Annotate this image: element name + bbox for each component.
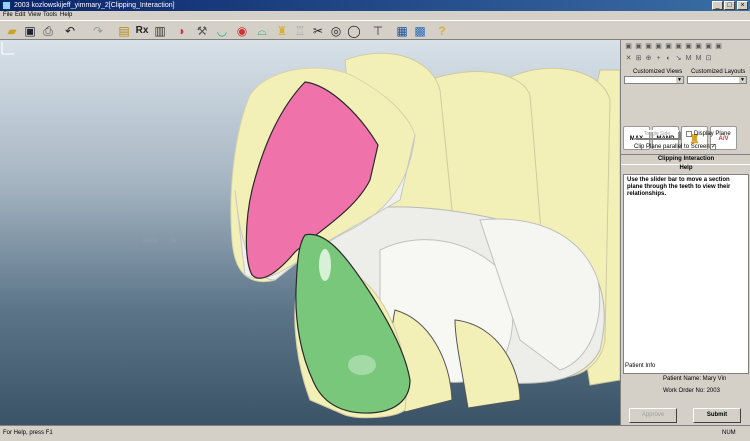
- hammer-icon[interactable]: ⚒: [194, 23, 210, 38]
- arch-icon[interactable]: ◡: [214, 23, 230, 38]
- highlight: [319, 249, 331, 281]
- rotate-icon[interactable]: ✕: [624, 54, 633, 63]
- measure-icon[interactable]: M: [684, 54, 693, 63]
- help-title: Help: [679, 165, 693, 171]
- max-readout-label: Max: [146, 224, 158, 230]
- chevron-down-icon: ▼: [676, 77, 683, 83]
- orbit-icon[interactable]: ◐: [664, 54, 673, 63]
- help-icon[interactable]: ?: [434, 23, 450, 38]
- chevron-down-icon: ▼: [739, 77, 746, 83]
- menu-view[interactable]: View: [28, 11, 41, 20]
- view-front-icon[interactable]: ▣: [624, 42, 633, 51]
- view-buttons-row-2: ✕ ⊞ ⊕ + ◐ ↘ M M ⊡: [624, 54, 713, 64]
- arrow-icon[interactable]: ↘: [674, 54, 683, 63]
- view-icon[interactable]: ▦: [394, 23, 410, 38]
- display-plane-label: Display Plane: [694, 131, 731, 137]
- view-left-icon[interactable]: ▣: [644, 42, 653, 51]
- axis-icon: [1, 42, 14, 55]
- submit-button[interactable]: Submit: [693, 408, 741, 423]
- tooth-outline-icon[interactable]: ◯: [346, 23, 362, 38]
- view-fit-icon[interactable]: ▣: [704, 42, 713, 51]
- zoom-icon[interactable]: ⊕: [644, 54, 653, 63]
- view-extra-icon[interactable]: ▣: [714, 42, 723, 51]
- patient-name: Patient Name: Mary Vin: [663, 376, 727, 382]
- customized-views-label: Customized Views: [633, 69, 683, 75]
- app-icon: [2, 1, 11, 10]
- teeth-render[interactable]: [0, 40, 620, 425]
- max-readout-value: 21: [165, 224, 172, 230]
- customized-layouts-label: Customized Layouts: [691, 69, 746, 75]
- work-order: Work Order No: 2003: [663, 388, 720, 394]
- toolbar: ▰ ▣ ⎙ ↶ ↷ ▤ Rx ▥ ◗ ⚒ ◡ ◉ ⌓ ♜ ♖ ✂ ◎ ◯ ⊤ ▦…: [0, 20, 750, 40]
- status-help-text: For Help, press F1: [3, 430, 53, 436]
- cut-icon[interactable]: ✂: [310, 23, 326, 38]
- prescription-icon[interactable]: Rx: [134, 23, 150, 38]
- lips-icon[interactable]: ◗: [174, 23, 190, 38]
- redo-icon[interactable]: ↷: [90, 23, 106, 38]
- print-icon[interactable]: ⎙: [40, 23, 56, 38]
- compass-icon[interactable]: ◉: [234, 23, 250, 38]
- menu-help[interactable]: Help: [60, 11, 72, 20]
- scan-icon[interactable]: ▥: [152, 23, 168, 38]
- die-icon[interactable]: ♖: [292, 23, 308, 38]
- help-text: Use the slider bar to move a section pla…: [627, 177, 731, 197]
- menu-file[interactable]: File: [3, 11, 13, 20]
- open-folder-icon[interactable]: ▰: [4, 23, 20, 38]
- maximize-button[interactable]: □: [724, 1, 735, 10]
- clip-plane-label: Clip Plane parallel to Screen: [634, 144, 710, 150]
- status-bar: For Help, press F1 NUM: [0, 425, 750, 441]
- pan-icon[interactable]: ⊞: [634, 54, 643, 63]
- menu-edit[interactable]: Edit: [15, 11, 25, 20]
- measure-alt-icon[interactable]: M: [694, 54, 703, 63]
- mand-readout-label: Mand: [143, 238, 159, 244]
- 3d-viewport[interactable]: Max 21 Mand 31: [0, 40, 620, 425]
- select-icon[interactable]: +: [654, 54, 663, 63]
- view-icon-2[interactable]: ▩: [412, 23, 428, 38]
- close-button[interactable]: ×: [737, 1, 748, 10]
- view-top-icon[interactable]: ▣: [664, 42, 673, 51]
- patient-info-title: Patient Info: [625, 363, 656, 369]
- clip-plane-checkbox[interactable]: ✓: [710, 144, 716, 150]
- occlusion-icon[interactable]: ⌓: [254, 23, 270, 38]
- view-reset-icon[interactable]: ▣: [694, 42, 703, 51]
- customized-views-select[interactable]: ▼: [624, 76, 684, 84]
- wireframe-icon[interactable]: ⊡: [704, 54, 713, 63]
- view-iso-icon[interactable]: ▣: [684, 42, 693, 51]
- right-panel: ▣ ▣ ▣ ▣ ▣ ▣ ▣ ▣ ▣ ▣ ✕ ⊞ ⊕ + ◐ ↘ M M ⊡ Cu…: [620, 40, 750, 425]
- minimize-button[interactable]: _: [712, 1, 723, 10]
- display-plane-checkbox[interactable]: [686, 131, 692, 137]
- status-num-indicator: NUM: [722, 430, 736, 436]
- undo-icon[interactable]: ↶: [62, 23, 78, 38]
- implant-icon[interactable]: ⊤: [370, 23, 386, 38]
- mand-readout-value: 31: [170, 238, 177, 244]
- approve-button[interactable]: Approve: [629, 408, 677, 423]
- toggle-side-button[interactable]: Toggle Side: [634, 130, 680, 139]
- highlight-2: [348, 355, 376, 375]
- save-icon[interactable]: ▣: [22, 23, 38, 38]
- patient-record-icon[interactable]: ▤: [116, 23, 132, 38]
- view-right-icon[interactable]: ▣: [654, 42, 663, 51]
- teeth-icon[interactable]: ◎: [328, 23, 344, 38]
- title-bar: 2003 kozlowskijeff_yimmary_2[Clipping_In…: [0, 0, 750, 11]
- view-bottom-icon[interactable]: ▣: [674, 42, 683, 51]
- help-box: Use the slider bar to move a section pla…: [623, 174, 749, 374]
- view-back-icon[interactable]: ▣: [634, 42, 643, 51]
- window-title: 2003 kozlowskijeff_yimmary_2[Clipping_In…: [14, 2, 175, 9]
- customized-layouts-select[interactable]: ▼: [687, 76, 747, 84]
- view-buttons-row-1: ▣ ▣ ▣ ▣ ▣ ▣ ▣ ▣ ▣ ▣: [624, 42, 723, 52]
- menu-tools[interactable]: Tools: [43, 11, 57, 20]
- menu-bar: File Edit View Tools Help: [0, 11, 750, 20]
- crown-icon[interactable]: ♜: [274, 23, 290, 38]
